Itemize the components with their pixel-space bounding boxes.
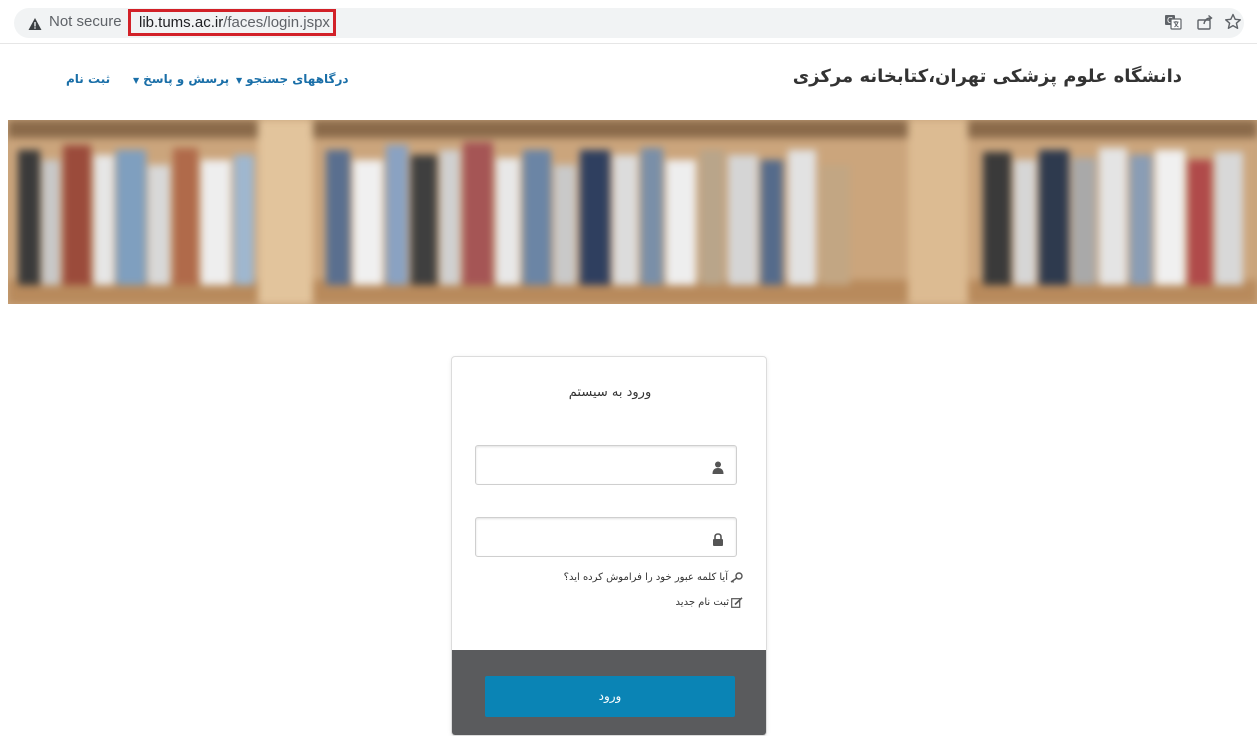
new-registration-link[interactable]: ثبت نام جدید [676, 597, 743, 608]
bookmark-star-icon[interactable] [1224, 13, 1242, 31]
new-registration-label: ثبت نام جدید [675, 597, 729, 608]
login-button[interactable]: ورود [485, 676, 735, 717]
login-title: ورود به سیستم [568, 385, 652, 400]
main-nav: درگاههای جستجو▼ پرسش و پاسخ▼ ثبت نام [0, 72, 420, 92]
banner-image [8, 120, 1257, 304]
url-field[interactable]: lib.tums.ac.ir/faces/login.jspx [128, 9, 336, 36]
bookshelf-image [8, 120, 1257, 304]
lock-icon [712, 531, 724, 546]
share-icon[interactable] [1196, 13, 1214, 31]
username-input[interactable] [476, 446, 736, 484]
nav-search-portals[interactable]: درگاههای جستجو▼ [236, 72, 349, 86]
warning-icon[interactable] [28, 16, 42, 30]
edit-icon [731, 597, 743, 608]
nav-qa[interactable]: پرسش و پاسخ▼ [133, 72, 229, 86]
username-field[interactable] [475, 445, 737, 485]
password-field[interactable] [475, 517, 737, 557]
not-secure-label[interactable]: Not secure [49, 13, 122, 30]
login-card: ورود به سیستم آیا کلمه عبور خود را فرامو… [451, 356, 767, 736]
url-host: lib.tums.ac.ir [139, 14, 224, 31]
forgot-password-link[interactable]: آیا کلمه عبور خود را فراموش کرده اید؟ [564, 572, 743, 583]
nav-register[interactable]: ثبت نام [66, 72, 110, 86]
forgot-password-label: آیا کلمه عبور خود را فراموش کرده اید؟ [563, 572, 728, 583]
chevron-down-icon: ▼ [133, 76, 140, 85]
login-card-footer: ورود [452, 650, 766, 735]
translate-icon[interactable]: G [1164, 13, 1182, 31]
password-input[interactable] [476, 518, 736, 556]
key-icon [730, 572, 743, 583]
site-title[interactable]: دانشگاه علوم پزشکی تهران،کتابخانه مرکزی [793, 66, 1182, 87]
user-icon [712, 459, 724, 474]
site-header: دانشگاه علوم پزشکی تهران،کتابخانه مرکزی … [0, 44, 1257, 119]
nav-search-portals-label: درگاههای جستجو [246, 72, 349, 86]
nav-qa-label: پرسش و پاسخ [143, 72, 230, 86]
url-path: /faces/login.jspx [223, 14, 330, 31]
browser-address-bar: Not secure lib.tums.ac.ir/faces/login.js… [0, 0, 1257, 44]
chevron-down-icon: ▼ [236, 76, 243, 85]
